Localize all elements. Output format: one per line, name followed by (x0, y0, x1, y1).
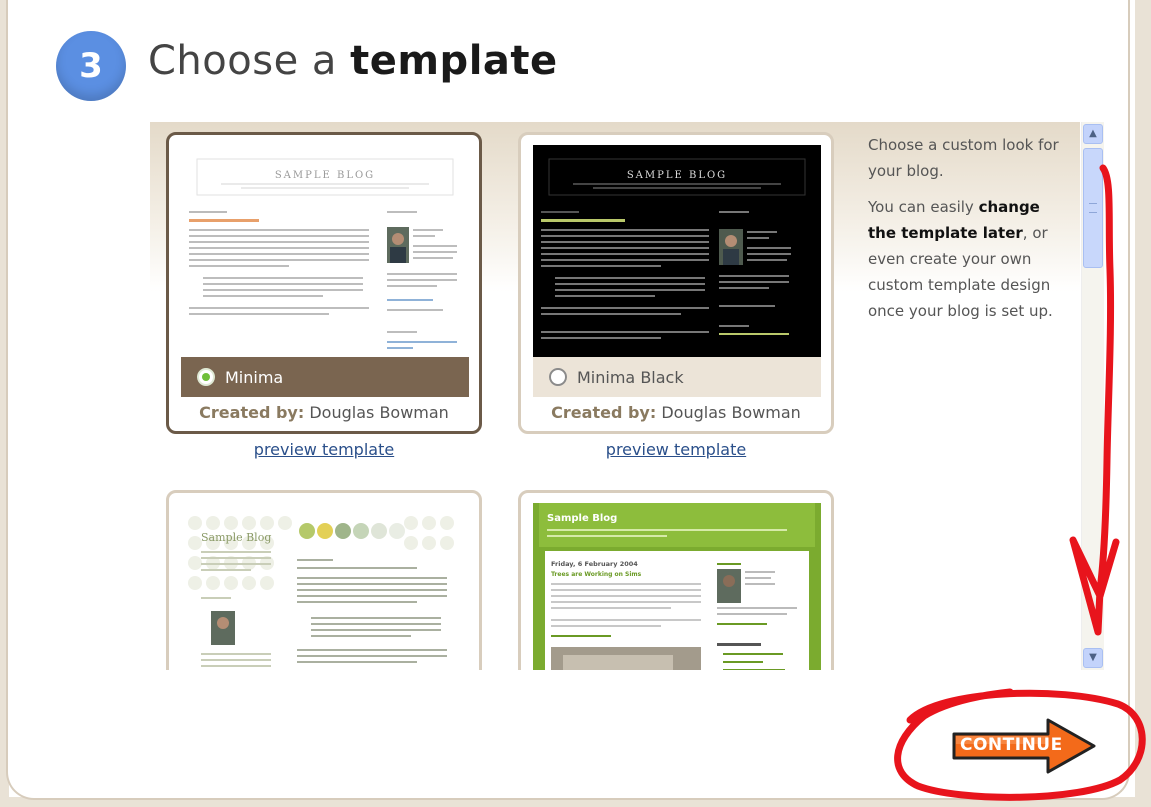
creator-name: Douglas Bowman (309, 403, 449, 422)
preview-template-link-minima[interactable]: preview template (166, 440, 482, 459)
template-help-text: Choose a custom look for your blog. You … (868, 132, 1068, 334)
title-prefix: Choose a (148, 38, 337, 84)
template-card-green[interactable]: Sample Blog Friday, 6 February 2004 Tree… (518, 490, 834, 670)
template-thumbnail-dots: Sample Blog (181, 503, 469, 670)
thumb-title-green: Sample Blog (547, 513, 617, 524)
continue-label[interactable]: CONTINUE (960, 735, 1063, 755)
thumb-title-minima: SAMPLE BLOG (275, 170, 375, 181)
template-option-minima-black[interactable]: Minima Black (533, 357, 821, 397)
creator-line-minima: Created by: Douglas Bowman (169, 403, 479, 422)
radio-minima-black[interactable] (549, 368, 567, 386)
template-thumbnail-green: Sample Blog Friday, 6 February 2004 Tree… (533, 503, 821, 670)
preview-template-link-minima-black[interactable]: preview template (518, 440, 834, 459)
template-option-minima[interactable]: Minima (181, 357, 469, 397)
thumb-date-green: Friday, 6 February 2004 (551, 560, 638, 568)
thumb-title-minima-black: SAMPLE BLOG (627, 170, 727, 181)
template-card-minima[interactable]: SAMPLE BLOG Minima Created by: Douglas B… (166, 132, 482, 434)
template-thumbnail-minima-black: SAMPLE BLOG (533, 145, 821, 357)
scroll-grip-icon (1089, 203, 1097, 213)
template-name-minima-black: Minima Black (577, 368, 684, 387)
title-bold: template (350, 38, 558, 84)
created-by-label: Created by: (199, 403, 305, 422)
template-name-minima: Minima (225, 368, 284, 387)
scroll-up-button[interactable]: ▲ (1083, 124, 1103, 144)
scroll-thumb[interactable] (1083, 148, 1103, 268)
template-thumbnail-minima: SAMPLE BLOG (181, 145, 469, 357)
step-number-badge: 3 (56, 31, 126, 101)
page-title: Choose a template (148, 38, 558, 84)
creator-line-minima-black: Created by: Douglas Bowman (521, 403, 831, 422)
created-by-label: Created by: (551, 403, 657, 422)
help-text-a: You can easily (868, 198, 974, 216)
gallery-scrollbar[interactable]: ▲ ▼ (1081, 122, 1104, 670)
template-gallery: SAMPLE BLOG Minima Created by: Douglas B… (150, 122, 1080, 670)
help-paragraph-1: Choose a custom look for your blog. (868, 136, 1059, 180)
help-paragraph-2: You can easily change the template later… (868, 194, 1068, 324)
thumb-title-dots: Sample Blog (201, 531, 271, 544)
scroll-down-button[interactable]: ▼ (1083, 648, 1103, 668)
radio-minima[interactable] (197, 368, 215, 386)
thumb-post-green: Trees are Working on Sims (551, 571, 642, 578)
template-card-minima-black[interactable]: SAMPLE BLOG Minima Black Created by: Dou… (518, 132, 834, 434)
creator-name: Douglas Bowman (661, 403, 801, 422)
template-card-dots[interactable]: Sample Blog (166, 490, 482, 670)
